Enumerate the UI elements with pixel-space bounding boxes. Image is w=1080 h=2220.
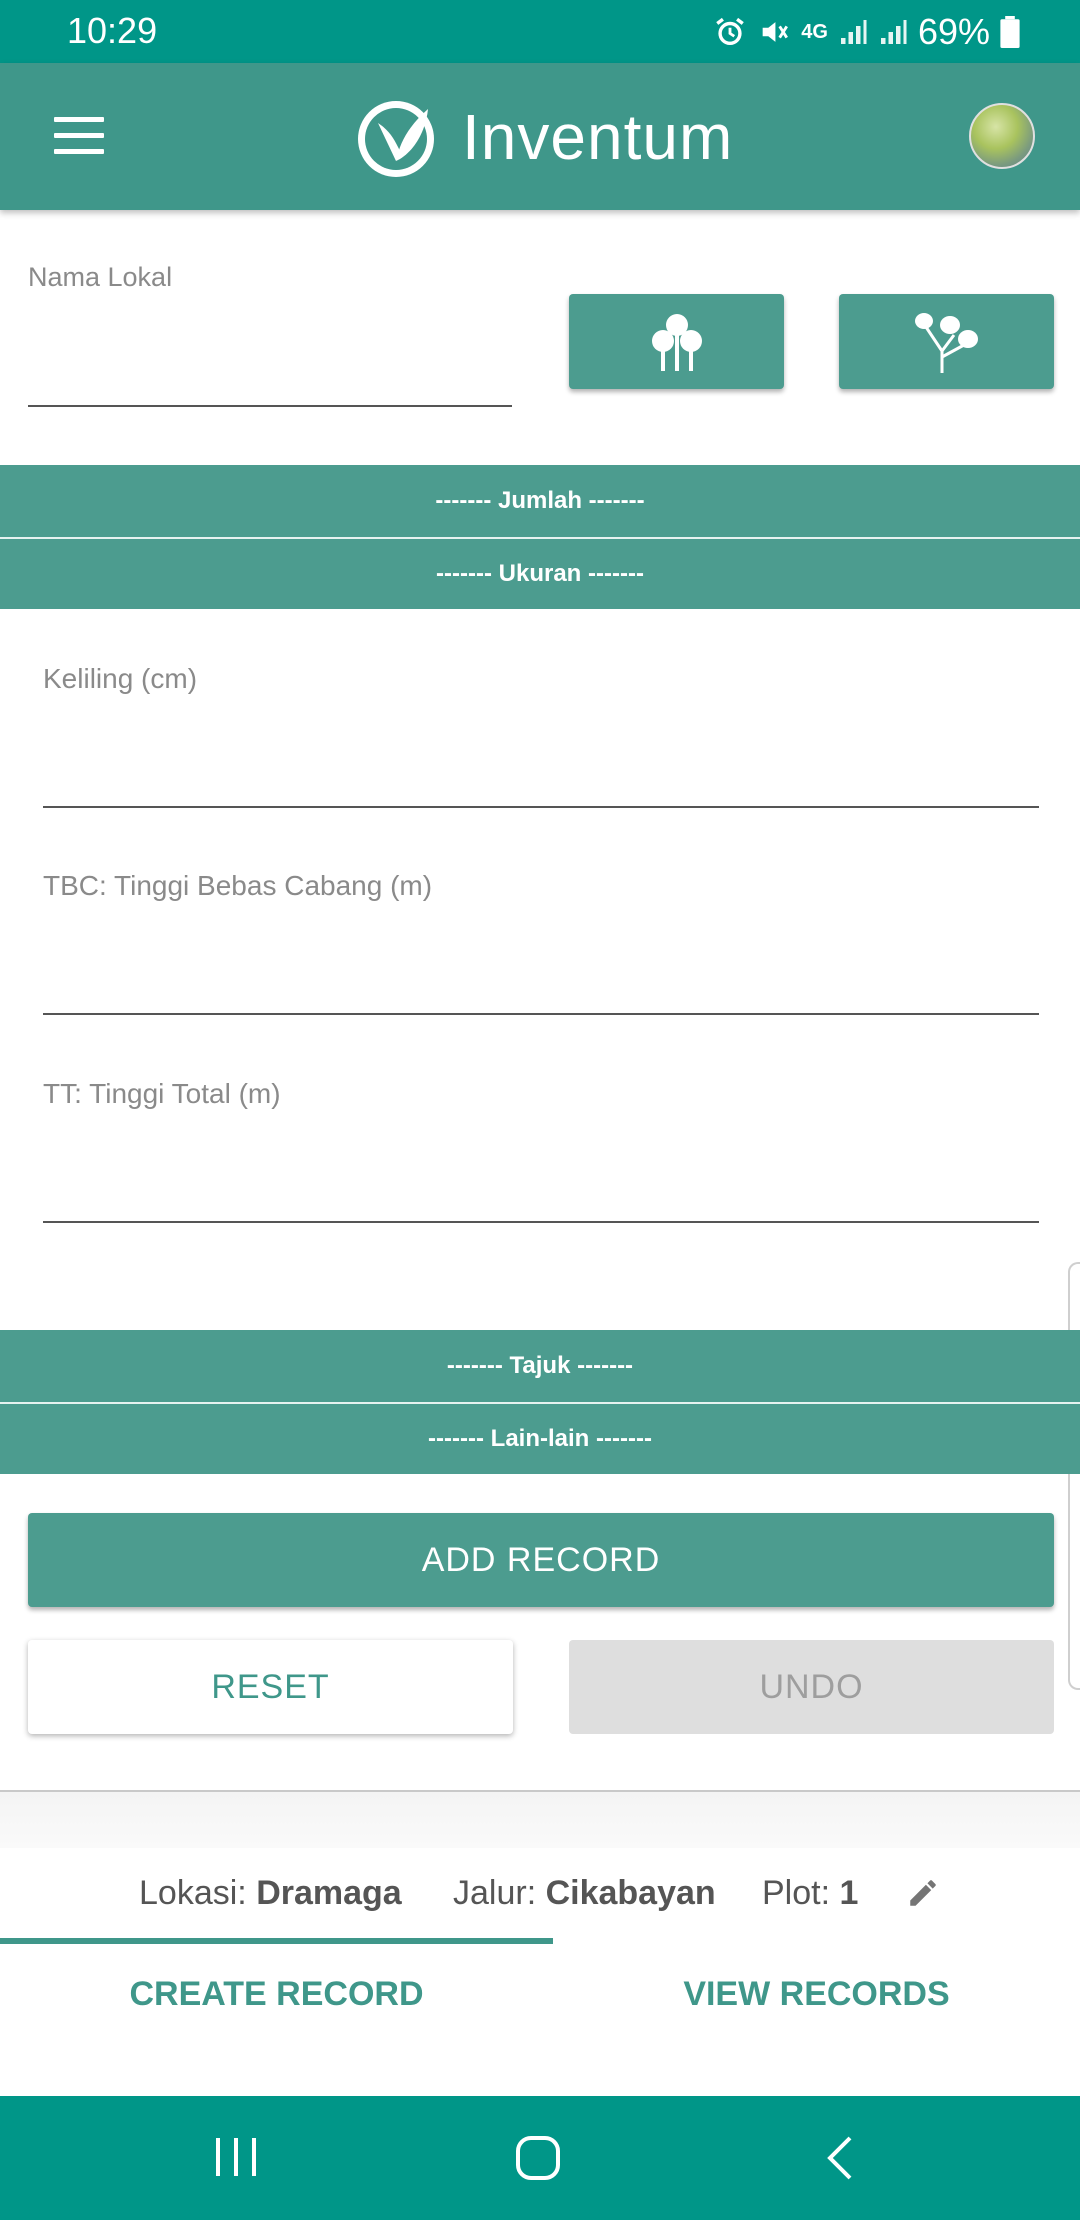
status-time: 10:29 (67, 10, 158, 51)
content-footer-gap (0, 1792, 1080, 1848)
back-icon[interactable] (822, 2134, 858, 2182)
avatar[interactable] (969, 103, 1035, 169)
section-jumlah[interactable]: ------- Jumlah ------- (0, 465, 1080, 537)
leaf-logo-icon (358, 101, 434, 177)
tt-input[interactable] (43, 1135, 1039, 1223)
signal-icon (840, 20, 867, 44)
signal-icon (880, 20, 907, 44)
recents-icon[interactable] (212, 2134, 260, 2180)
tt-label: TT: Tinggi Total (m) (43, 1078, 281, 1109)
undo-button[interactable]: UNDO (569, 1640, 1054, 1734)
data-4g-icon: 4G (801, 21, 828, 43)
plot-value: 1 (839, 1874, 859, 1912)
lokasi-label: Lokasi: (139, 1874, 257, 1912)
status-bar: 10:29 4G 69% (0, 0, 1080, 63)
lokasi-info: Lokasi: Dramaga (139, 1874, 402, 1913)
home-icon[interactable] (514, 2134, 562, 2182)
keliling-input[interactable] (43, 720, 1039, 808)
keliling-label: Keliling (cm) (43, 663, 198, 694)
hamburger-menu-icon[interactable] (54, 117, 104, 155)
tab-create-record[interactable]: CREATE RECORD (0, 1944, 553, 2044)
battery-icon (1000, 16, 1020, 48)
nama-lokal-input[interactable] (28, 300, 512, 407)
section-tajuk[interactable]: ------- Tajuk ------- (0, 1330, 1080, 1402)
tree-cluster-button[interactable] (569, 294, 784, 389)
branching-tree-button[interactable] (839, 294, 1054, 389)
lokasi-value: Dramaga (256, 1874, 402, 1912)
brand: Inventum (354, 95, 733, 179)
pencil-edit-icon[interactable] (906, 1876, 940, 1910)
app-title: Inventum (462, 101, 734, 173)
branching-tree-icon (914, 312, 978, 373)
add-record-button[interactable]: ADD RECORD (28, 1513, 1054, 1607)
tree-cluster-icon (651, 313, 702, 371)
jalur-value: Cikabayan (545, 1874, 716, 1912)
tbc-label: TBC: Tinggi Bebas Cabang (m) (43, 870, 433, 901)
section-ukuran[interactable]: ------- Ukuran ------- (0, 537, 1080, 609)
tbc-input[interactable] (43, 927, 1039, 1015)
battery-percent: 69% (917, 11, 990, 52)
plot-info: Plot: 1 (762, 1874, 858, 1913)
nama-lokal-label: Nama Lokal (28, 262, 173, 292)
tab-view-records[interactable]: VIEW RECORDS (553, 1944, 1080, 2044)
plot-label: Plot: (762, 1874, 840, 1912)
mute-icon (762, 22, 789, 42)
app-bar: Inventum (0, 63, 1080, 210)
system-nav-bar (0, 2096, 1080, 2220)
jalur-info: Jalur: Cikabayan (453, 1874, 716, 1913)
status-icons: 4G 69% (713, 8, 1020, 56)
alarm-icon (716, 17, 745, 46)
jalur-label: Jalur: (453, 1874, 546, 1912)
section-lain-lain[interactable]: ------- Lain-lain ------- (0, 1402, 1080, 1474)
reset-button[interactable]: RESET (28, 1640, 513, 1734)
side-drawer-handle[interactable] (1068, 1262, 1080, 1690)
